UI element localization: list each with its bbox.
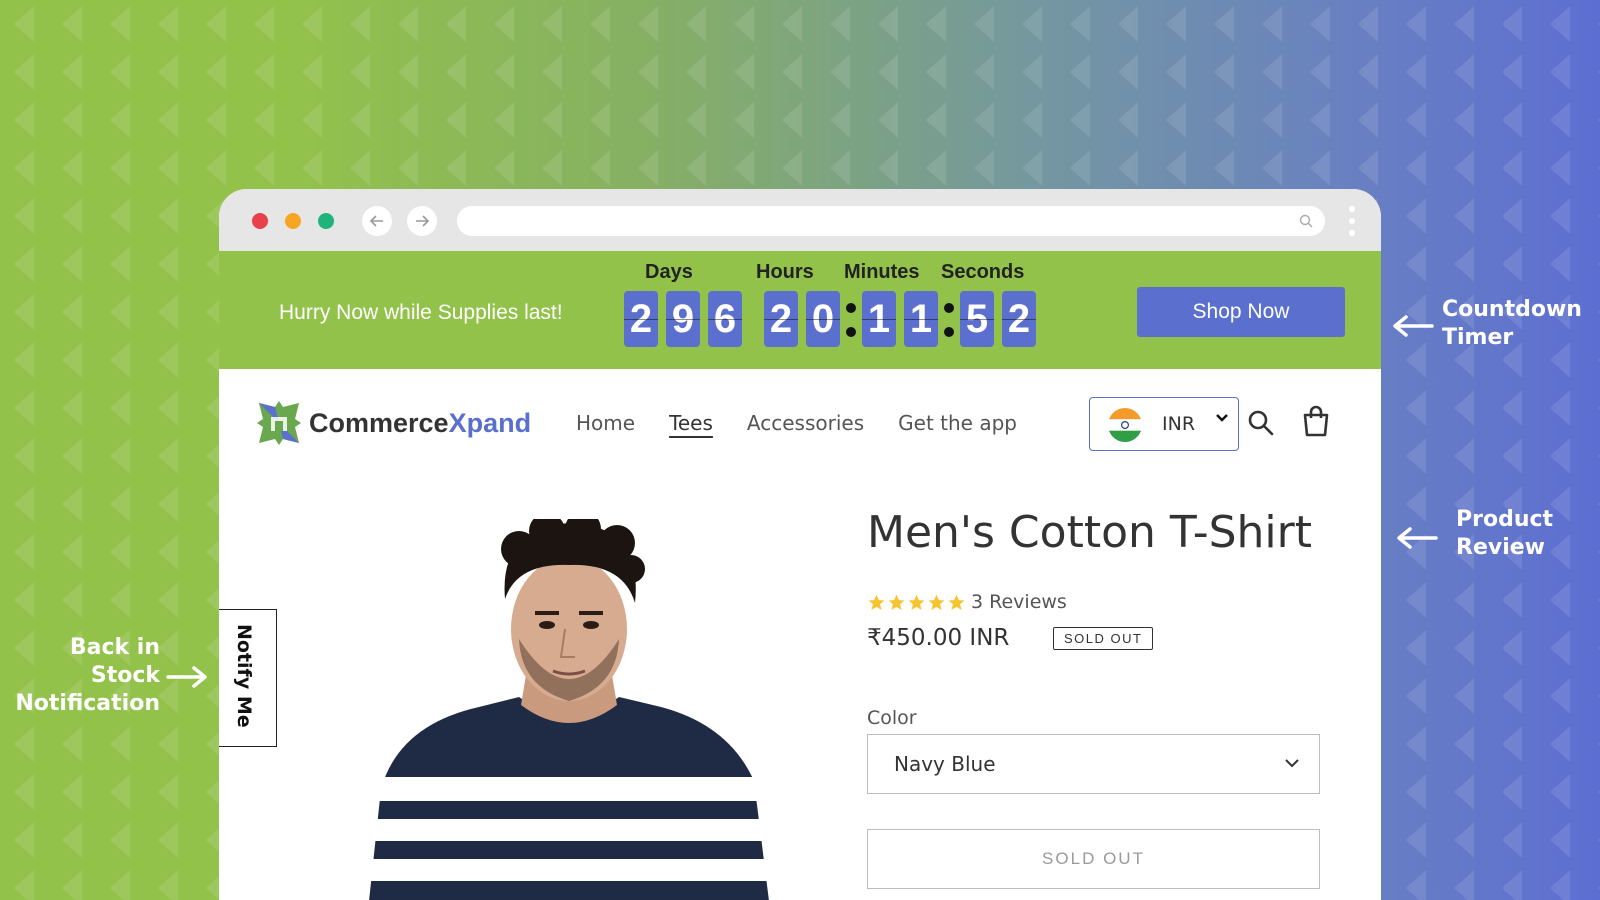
minutes-digit: 1	[862, 291, 896, 347]
maximize-window-button[interactable]	[318, 213, 334, 229]
seconds-label: Seconds	[941, 261, 1025, 283]
color-label: Color	[867, 707, 917, 729]
nav-get-the-app[interactable]: Get the app	[898, 411, 1017, 435]
product-image	[369, 519, 769, 900]
kebab-menu-icon[interactable]	[1349, 206, 1355, 236]
days-digit: 6	[708, 291, 742, 347]
chevron-down-icon	[1285, 759, 1299, 768]
nav-accessories[interactable]: Accessories	[747, 411, 864, 435]
star-icon	[888, 594, 905, 611]
address-bar[interactable]	[457, 206, 1325, 236]
annotation-line: Product	[1456, 507, 1554, 532]
promo-message: Hurry Now while Supplies last!	[279, 301, 563, 324]
seconds-digit: 2	[1002, 291, 1036, 347]
nav-home[interactable]: Home	[576, 411, 635, 435]
annotation-line: Back in	[69, 635, 160, 660]
arrow-left-icon	[1397, 527, 1438, 549]
review-count-link[interactable]: 3 Reviews	[971, 591, 1067, 613]
chevron-down-icon	[1216, 414, 1228, 422]
browser-chrome	[219, 189, 1381, 251]
logo-icon	[257, 401, 301, 445]
sold-out-button[interactable]: SOLD OUT	[867, 829, 1320, 889]
store-logo[interactable]: CommerceXpand	[255, 399, 531, 447]
india-flag-icon	[1108, 408, 1142, 442]
logo-text-accent: Xpand	[448, 407, 532, 438]
forward-arrow-icon	[416, 215, 429, 227]
annotation-line: Timer	[1442, 325, 1514, 350]
star-icon	[928, 594, 945, 611]
nav-tees[interactable]: Tees	[669, 411, 713, 435]
product-price: ₹450.00 INR	[867, 625, 1010, 651]
color-select-value: Navy Blue	[894, 752, 996, 776]
store-header: CommerceXpand Home Tees Accessories Get …	[219, 369, 1381, 469]
notify-me-label: Notify Me	[233, 624, 255, 728]
color-select[interactable]: Navy Blue	[867, 734, 1320, 794]
arrow-right-icon	[166, 666, 207, 688]
star-icon	[868, 594, 885, 611]
currency-code: INR	[1162, 413, 1196, 435]
forward-button[interactable]	[407, 206, 437, 236]
back-button[interactable]	[362, 206, 392, 236]
search-icon	[1299, 214, 1313, 228]
browser-window: Hurry Now while Supplies last! Days Hour…	[219, 189, 1381, 900]
seconds-digit: 5	[960, 291, 994, 347]
annotation-line: Stock	[90, 663, 160, 688]
time-separator	[846, 299, 856, 341]
annotation-back-in-stock: Back in Stock Notification	[14, 634, 160, 718]
annotation-line: Notification	[15, 691, 160, 716]
logo-text-main: Commerce	[309, 407, 449, 438]
minimize-window-button[interactable]	[285, 213, 301, 229]
annotation-line: Countdown	[1442, 297, 1582, 322]
minutes-label: Minutes	[844, 261, 920, 283]
hours-label: Hours	[756, 261, 814, 283]
sold-out-badge: SOLD OUT	[1053, 627, 1154, 650]
logo-wordmark: CommerceXpand	[309, 408, 531, 439]
main-nav: Home Tees Accessories Get the app	[576, 411, 1017, 435]
days-label: Days	[645, 261, 693, 283]
currency-selector[interactable]: INR	[1089, 397, 1239, 451]
minutes-digit: 1	[904, 291, 938, 347]
shopping-bag-icon[interactable]	[1301, 405, 1331, 437]
time-separator	[944, 299, 954, 341]
arrow-left-icon	[1393, 315, 1434, 337]
hours-digit: 0	[806, 291, 840, 347]
days-digit: 9	[666, 291, 700, 347]
star-icon	[908, 594, 925, 611]
product-title: Men's Cotton T-Shirt	[867, 507, 1312, 558]
back-arrow-icon	[370, 215, 383, 227]
days-digit: 2	[624, 291, 658, 347]
search-icon[interactable]	[1247, 409, 1275, 437]
shop-now-button[interactable]: Shop Now	[1137, 287, 1345, 337]
countdown-bar: Hurry Now while Supplies last! Days Hour…	[219, 251, 1381, 369]
rating-stars[interactable]	[867, 593, 966, 612]
hours-digit: 2	[764, 291, 798, 347]
annotation-line: Review	[1456, 535, 1545, 560]
annotation-product-review: Product Review	[1456, 506, 1553, 562]
annotation-countdown-timer: Countdown Timer	[1442, 296, 1582, 352]
star-icon	[948, 594, 965, 611]
close-window-button[interactable]	[252, 213, 268, 229]
notify-me-tab[interactable]: Notify Me	[219, 609, 277, 747]
